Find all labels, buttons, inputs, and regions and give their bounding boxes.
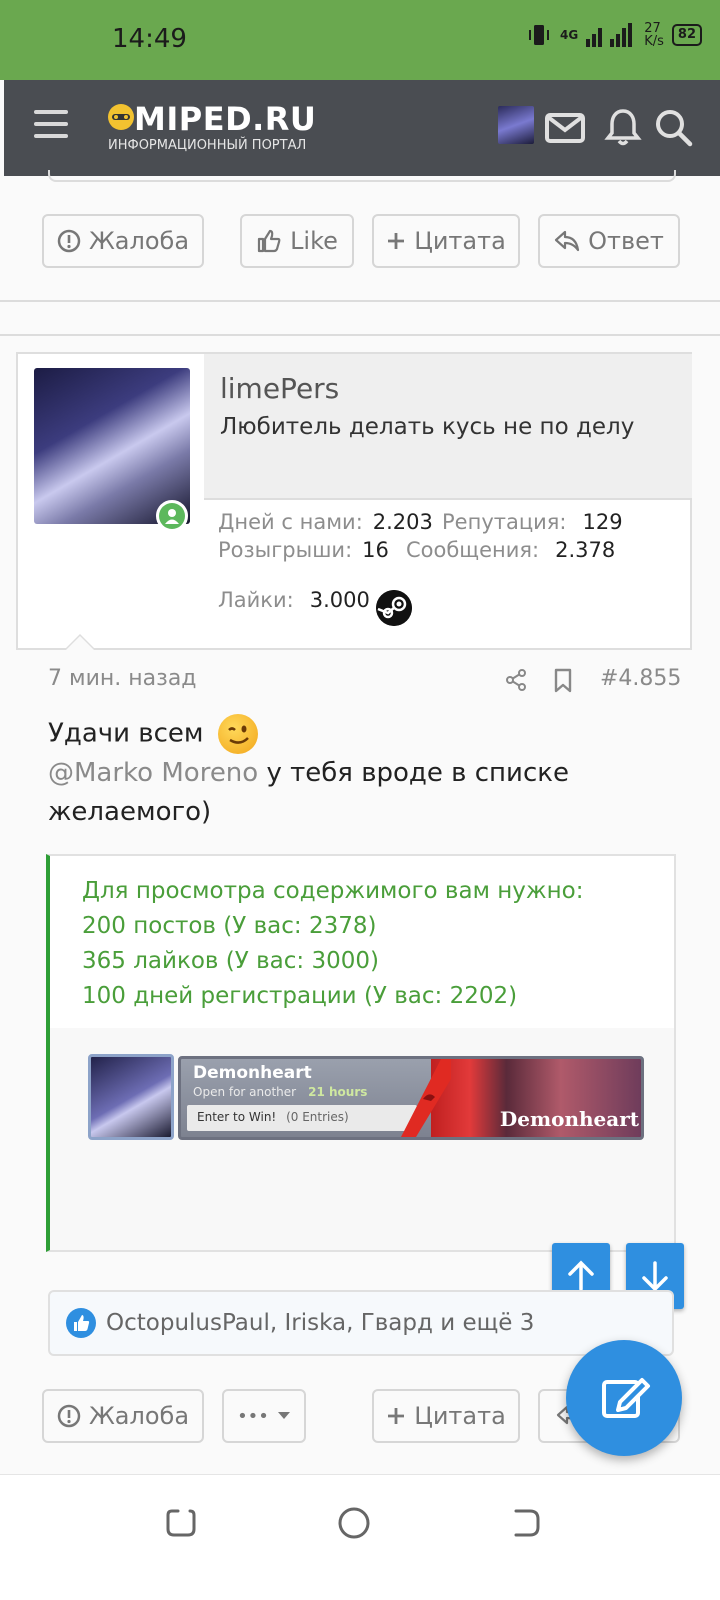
stat-days-label: Дней с нами: xyxy=(218,510,363,534)
stat-messages-label: Сообщения: xyxy=(406,538,540,562)
stat-rep-value: 129 xyxy=(582,510,623,534)
steam-icon[interactable] xyxy=(376,590,412,626)
user-mention-link[interactable]: @Marko Moreno xyxy=(48,758,258,788)
stat-likes-value: 3.000 xyxy=(309,588,370,612)
giveaway-area: Demonheart Open for another 21 hours Ente… xyxy=(50,1028,674,1250)
bell-icon[interactable] xyxy=(602,106,644,148)
post-time[interactable]: 7 мин. назад xyxy=(48,666,197,691)
like-button[interactable]: Like xyxy=(240,214,354,268)
more-menu-button[interactable]: ••• xyxy=(222,1389,306,1443)
hidden-title: Для просмотра содержимого вам нужно: xyxy=(82,878,584,904)
plus-icon xyxy=(388,1408,405,1424)
reply-label: Ответ xyxy=(588,227,664,255)
report-button[interactable]: Жалоба xyxy=(42,214,204,268)
post-body: Удачи всем @Marko Moreno у тебя вроде в … xyxy=(48,714,688,832)
stat-messages-value: 2.378 xyxy=(555,538,616,562)
reply-button[interactable]: Ответ xyxy=(538,214,680,268)
online-status-icon xyxy=(156,500,188,532)
reply-icon xyxy=(555,230,580,252)
compose-button[interactable] xyxy=(566,1340,682,1456)
giveaway-avatar[interactable] xyxy=(88,1054,174,1140)
entries-count: (0 Entries) xyxy=(286,1110,349,1124)
vibrate-icon xyxy=(529,25,550,45)
previous-post-edge xyxy=(48,170,676,182)
user-title: Любитель делать кусь не по делу xyxy=(220,414,635,440)
network-type: 4G xyxy=(560,28,579,42)
red-ribbon-icon xyxy=(401,1059,451,1137)
back-icon[interactable] xyxy=(508,1505,542,1539)
post-number[interactable]: #4.855 xyxy=(600,666,681,691)
alert-icon xyxy=(57,229,81,253)
requirement-days: 100 дней регистрации (У вас: 2202) xyxy=(82,983,518,1009)
status-icons: 4G 27 K/s 82 xyxy=(526,22,702,48)
report-label: Жалоба xyxy=(88,227,190,255)
plus-icon xyxy=(388,233,405,249)
stat-reputation: Репутация: 129 xyxy=(442,510,623,534)
post-divider xyxy=(0,300,720,302)
post-line1: Удачи всем xyxy=(48,718,204,749)
stat-days: Дней с нами: 2.203 xyxy=(218,510,433,534)
logo-name: MIPED.RU xyxy=(134,100,317,138)
alert-icon xyxy=(57,1404,81,1428)
app-bar: MIPED.RU ИНФОРМАЦИОННЫЙ ПОРТАЛ xyxy=(4,80,720,176)
user-avatar[interactable] xyxy=(498,106,534,144)
stat-raffles-label: Розыгрыши: xyxy=(218,538,353,562)
reactions-text: OctopulusPaul, Iriska, Гвард и ещё 3 xyxy=(106,1310,535,1336)
stat-likes: Лайки: 3.000 xyxy=(218,588,370,612)
net-speed-unit: K/s xyxy=(644,34,664,49)
stat-rep-label: Репутация: xyxy=(442,510,567,534)
caret-down-icon xyxy=(277,1412,290,1419)
search-icon[interactable] xyxy=(652,106,694,148)
status-time: 14:49 xyxy=(112,24,187,54)
card-pointer xyxy=(64,634,96,650)
username[interactable]: limePers xyxy=(220,372,339,405)
hidden-content-box: Для просмотра содержимого вам нужно: 200… xyxy=(46,854,676,1252)
edit-icon xyxy=(602,1378,650,1418)
giveaway-title: Demonheart xyxy=(193,1063,312,1083)
net-speed: 27 K/s xyxy=(644,22,664,48)
giveaway-art-label: Demonheart xyxy=(499,1107,639,1131)
wink-emoji-icon xyxy=(217,714,258,754)
mail-icon[interactable] xyxy=(544,106,586,148)
logo-subtitle: ИНФОРМАЦИОННЫЙ ПОРТАЛ xyxy=(108,138,307,153)
recents-icon[interactable] xyxy=(164,1505,198,1539)
stat-days-value: 2.203 xyxy=(372,510,433,534)
report-label: Жалоба xyxy=(88,1402,190,1430)
giveaway-open-time: 21 hours xyxy=(308,1085,368,1099)
stat-raffles-value: 16 xyxy=(362,538,389,562)
battery-icon: 82 xyxy=(671,24,702,46)
home-icon[interactable] xyxy=(336,1505,372,1541)
logo-gamepad-icon xyxy=(108,104,134,130)
post-divider xyxy=(0,334,720,336)
hidden-requirements: Для просмотра содержимого вам нужно: 200… xyxy=(82,874,583,1014)
status-bar: 14:49 4G 27 K/s 82 xyxy=(0,0,720,80)
more-label: ••• xyxy=(237,1405,269,1427)
giveaway-open-text: Open for another xyxy=(193,1085,297,1099)
like-label: Like xyxy=(290,227,338,255)
system-nav-bar xyxy=(0,1474,720,1600)
bookmark-icon[interactable] xyxy=(552,668,574,694)
thumbs-up-icon xyxy=(257,229,281,253)
quote-label: Цитата xyxy=(414,227,506,255)
signal-icon xyxy=(586,23,633,47)
requirement-likes: 365 лайков (У вас: 3000) xyxy=(82,948,379,974)
quote-button[interactable]: Цитата xyxy=(372,1389,520,1443)
like-reaction-icon xyxy=(66,1308,96,1338)
stat-likes-label: Лайки: xyxy=(218,588,294,612)
quote-label: Цитата xyxy=(414,1402,506,1430)
report-button[interactable]: Жалоба xyxy=(42,1389,204,1443)
giveaway-art: Demonheart xyxy=(401,1059,641,1137)
enter-label: Enter to Win! xyxy=(197,1110,277,1124)
user-card-header: limePers Любитель делать кусь не по делу xyxy=(204,354,692,500)
menu-icon[interactable] xyxy=(34,110,68,140)
stat-messages: Сообщения: 2.378 xyxy=(406,538,615,562)
giveaway-open: Open for another 21 hours xyxy=(193,1085,367,1099)
share-icon[interactable] xyxy=(504,668,528,692)
requirement-posts: 200 постов (У вас: 2378) xyxy=(82,913,377,939)
quote-button[interactable]: Цитата xyxy=(372,214,520,268)
giveaway-banner[interactable]: Demonheart Open for another 21 hours Ente… xyxy=(178,1056,644,1140)
stat-raffles: Розыгрыши: 16 xyxy=(218,538,389,562)
